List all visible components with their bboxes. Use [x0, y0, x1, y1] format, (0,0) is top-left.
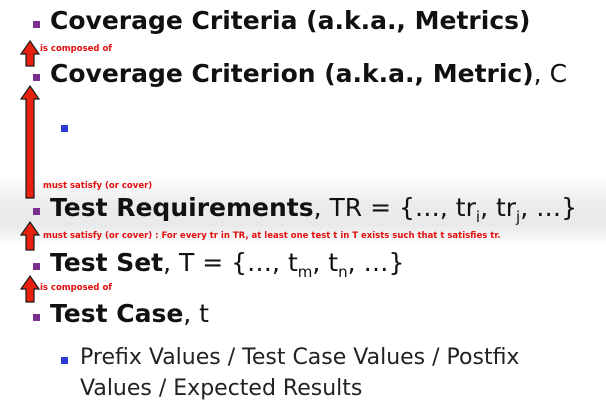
- bullet-set: [33, 263, 40, 270]
- test-requirements-line: Test Requirements, TR = {…, tri, trj, …}: [50, 193, 577, 226]
- coverage-criterion-symbol: , C: [533, 59, 568, 88]
- case-details-line-1: Prefix Values / Test Case Values / Postf…: [80, 345, 520, 370]
- arrow-satisfy-2: [19, 220, 41, 251]
- test-set-line: Test Set, T = {…, tm, tn, …}: [50, 248, 404, 281]
- t-set-part-b: , t: [312, 248, 339, 277]
- test-requirements-text: Test Requirements: [50, 193, 314, 222]
- test-case-symbol: , t: [183, 299, 209, 328]
- subscript-m: m: [297, 263, 313, 281]
- subscript-n: n: [338, 263, 348, 281]
- bullet-criterion: [33, 74, 40, 81]
- tr-set-part-c: , …}: [520, 193, 578, 222]
- bullet-requirements: [33, 208, 40, 215]
- arrow-satisfy-1: [19, 84, 41, 199]
- coverage-criterion-text: Coverage Criterion (a.k.a., Metric): [50, 59, 534, 88]
- arrow-composed-1: [19, 39, 41, 67]
- case-details-line-2: Values / Expected Results: [80, 376, 363, 401]
- t-set-part-c: , …}: [347, 248, 405, 277]
- arrow-composed-2: [19, 274, 41, 303]
- case-details-bullet: [61, 357, 68, 364]
- test-set-text: Test Set: [50, 248, 164, 277]
- coverage-criterion-line: Coverage Criterion (a.k.a., Metric), C: [50, 59, 567, 88]
- coverage-criteria-text: Coverage Criteria (a.k.a., Metrics): [50, 6, 531, 35]
- test-case-line: Test Case, t: [50, 299, 209, 328]
- tr-set-part-a: , TR = {…, tr: [313, 193, 476, 222]
- label-composed-2: is composed of: [40, 283, 112, 293]
- label-satisfy-1: must satisfy (or cover): [43, 181, 153, 191]
- label-composed-1: is composed of: [40, 44, 112, 54]
- test-case-text: Test Case: [50, 299, 184, 328]
- tr-set-part-b: , tr: [480, 193, 517, 222]
- empty-sub-bullet: [61, 125, 68, 132]
- label-satisfy-2: must satisfy (or cover) : For every tr i…: [43, 231, 501, 241]
- t-set-part-a: , T = {…, t: [163, 248, 298, 277]
- coverage-criteria-line: Coverage Criteria (a.k.a., Metrics): [50, 6, 530, 35]
- bullet-criteria: [33, 21, 40, 28]
- bullet-case: [33, 314, 40, 321]
